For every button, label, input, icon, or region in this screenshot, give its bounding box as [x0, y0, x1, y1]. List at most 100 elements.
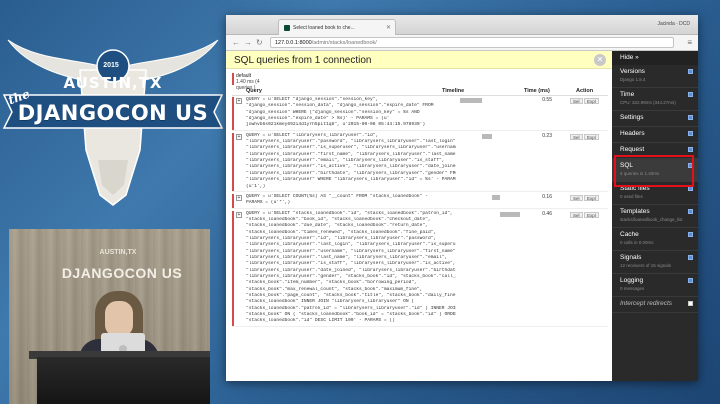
column-time: Time (ms) — [524, 88, 550, 94]
query-sql-line: (u'1',) — [246, 183, 266, 189]
expand-stacktrace-icon[interactable]: + — [236, 133, 242, 140]
panel-toggle-checkbox[interactable] — [688, 209, 693, 214]
expand-stacktrace-icon[interactable]: + — [236, 194, 242, 201]
connection-color-marker — [232, 210, 234, 326]
tab-title: Select loaned book to che... — [293, 25, 355, 31]
close-icon[interactable]: ✕ — [594, 54, 606, 66]
select-button[interactable]: Sel — [570, 211, 583, 218]
query-sql-line: "librarysers_libraryuser"."is_active", "… — [246, 164, 456, 170]
column-timeline: Timeline — [442, 88, 465, 94]
sql-panel-title: SQL queries from 1 connection — [234, 55, 372, 66]
debug-panel-subtitle: 0 calls in 0.00ms — [620, 240, 654, 245]
column-action: Action — [576, 88, 594, 94]
query-sql[interactable]: QUERY = u'SELECT COUNT(%s) AS "__count" … — [246, 194, 456, 207]
select-button[interactable]: Sel — [570, 194, 583, 201]
query-row: + QUERY = u'SELECT COUNT(%s) AS "__count"… — [232, 193, 608, 209]
query-time: 0.55 — [542, 97, 552, 103]
browser-menu-icon[interactable]: ≡ — [687, 37, 692, 49]
query-sql-line: PARAMS = (u'*',) — [246, 200, 291, 206]
explain-button[interactable]: Expl — [584, 98, 599, 104]
url-path: /admin/stacks/loanedbook/ — [311, 40, 377, 46]
speaker-video: AUSTIN,TX DJANGOCON US — [9, 229, 210, 404]
panel-toggle-checkbox[interactable] — [688, 69, 693, 74]
database-info: default 1.40 ms (4 queries ) — [232, 73, 268, 91]
conference-name: DJANGOCON US — [17, 101, 209, 125]
select-button[interactable]: Sel — [570, 98, 583, 104]
hide-toolbar-button[interactable]: Hide » — [612, 51, 698, 65]
query-sql-line: "librarysers_libraryuser"."is_superuser"… — [246, 145, 456, 151]
panel-toggle-checkbox[interactable] — [688, 147, 693, 152]
column-query: Query — [246, 88, 262, 94]
query-sql-line: "stacks_loanedbook"."id" DESC LIMIT 100'… — [246, 318, 395, 324]
forward-icon[interactable]: → — [244, 37, 252, 49]
browser-window: Select loaned book to che... ✕ Jacinda ·… — [226, 15, 698, 381]
browser-toolbar: ← → ↻ 127.0.0.1:8000/admin/stacks/loaned… — [226, 35, 698, 51]
panel-toggle-checkbox[interactable] — [688, 131, 693, 136]
sql-panel-header: SQL queries from 1 connection ✕ — [226, 51, 612, 69]
address-bar[interactable]: 127.0.0.1:8000/admin/stacks/loanedbook/ — [270, 37, 674, 48]
query-sql-line: "librarysers_libraryuser"."last_login", … — [246, 242, 456, 248]
podium — [37, 357, 210, 404]
browser-tab[interactable]: Select loaned book to che... ✕ — [278, 19, 396, 35]
debug-panel-subtitle: stacks/loanedbook_change_list — [620, 217, 683, 222]
debug-panel-label: Logging — [620, 277, 644, 284]
page-content: SQL queries from 1 connection ✕ default … — [226, 51, 698, 381]
query-table-header: Query Timeline Time (ms) Action — [232, 87, 608, 96]
debug-panel-subtitle: 0 used files — [620, 194, 643, 199]
speaker-face — [105, 301, 133, 337]
debug-panel-label: Intercept redirects — [620, 300, 673, 307]
query-time: 0.46 — [542, 210, 552, 217]
debug-panel-signals[interactable]: Signals 12 receivers of 15 signals — [612, 251, 698, 274]
conference-logo: 2015 AUSTIN,TX the DJANGOCON US — [0, 0, 226, 230]
query-sql[interactable]: QUERY = u'SELECT "librarysers_libraryuse… — [246, 133, 456, 190]
query-sql-line: "librarysers_libraryuser" WHERE "library… — [246, 177, 456, 183]
panel-toggle-checkbox[interactable] — [688, 278, 693, 283]
timeline-bar — [492, 194, 500, 200]
explain-button[interactable]: Expl — [584, 133, 599, 140]
debug-panel-subtitle: CPU: 322.99ms (344.27ms) — [620, 100, 676, 105]
explain-button[interactable]: Expl — [584, 194, 599, 201]
debug-panel-versions[interactable]: Versions Django 1.8.4 — [612, 65, 698, 88]
debug-toolbar: Hide » Versions Django 1.8.4 Time CPU: 322.… — [612, 51, 698, 381]
debug-panel-label: Cache — [620, 231, 639, 238]
panel-toggle-checkbox[interactable] — [688, 232, 693, 237]
panel-toggle-checkbox[interactable] — [688, 301, 693, 306]
debug-panel-intercept-redirects[interactable]: Intercept redirects — [612, 297, 698, 313]
timeline-bar — [460, 98, 482, 103]
query-sql-line: QUERY = u'SELECT "stacks_loanedbook"."id… — [246, 210, 453, 216]
debug-panel-cache[interactable]: Cache 0 calls in 0.00ms — [612, 228, 698, 251]
explain-button[interactable]: Expl — [584, 211, 599, 218]
debug-panel-time[interactable]: Time CPU: 322.99ms (344.27ms) — [612, 88, 698, 111]
select-button[interactable]: Sel — [570, 133, 583, 140]
expand-stacktrace-icon[interactable]: + — [236, 98, 242, 104]
query-sql[interactable]: QUERY = u'SELECT "django_session"."sessi… — [246, 97, 456, 129]
timeline-bar — [482, 133, 492, 139]
debug-panel-settings[interactable]: Settings — [612, 111, 698, 127]
debug-panel-templates[interactable]: Templates stacks/loanedbook_change_list — [612, 205, 698, 228]
hide-toolbar-label: Hide » — [620, 54, 639, 61]
debug-panel-label: Time — [620, 91, 635, 98]
expand-stacktrace-icon[interactable]: + — [236, 211, 242, 218]
django-favicon-icon — [284, 25, 290, 31]
panel-toggle-checkbox[interactable] — [688, 255, 693, 260]
tab-close-icon[interactable]: ✕ — [386, 24, 391, 31]
debug-panel-headers[interactable]: Headers — [612, 127, 698, 143]
backdrop-logo-name: DJANGOCON US — [61, 265, 183, 281]
query-row: + QUERY = u'SELECT "stacks_loanedbook"."i… — [232, 210, 608, 327]
browser-profile[interactable]: Jacinda · DCD — [657, 21, 690, 27]
panel-toggle-checkbox[interactable] — [688, 115, 693, 120]
query-row: + QUERY = u'SELECT "django_session"."sess… — [232, 97, 608, 131]
query-sql-line: jowhvb6s021kmey692i4d1yrh5pit1q8", u'201… — [246, 122, 426, 128]
debug-panel-subtitle: 0 messages — [620, 286, 645, 291]
query-sql[interactable]: QUERY = u'SELECT "stacks_loanedbook"."id… — [246, 211, 456, 325]
debug-panel-label: Templates — [620, 208, 650, 215]
panel-toggle-checkbox[interactable] — [688, 92, 693, 97]
conference-year: 2015 — [103, 62, 119, 69]
reload-icon[interactable]: ↻ — [256, 37, 263, 49]
back-icon[interactable]: ← — [232, 37, 240, 49]
query-sql-line: "librarysers_libraryuser"."is_staff", "l… — [246, 261, 456, 267]
debug-panel-label: Request — [620, 146, 645, 153]
debug-panel-logging[interactable]: Logging 0 messages — [612, 274, 698, 297]
debug-panel-label: Settings — [620, 114, 644, 121]
url-host: 127.0.0.1:8000 — [275, 40, 312, 46]
